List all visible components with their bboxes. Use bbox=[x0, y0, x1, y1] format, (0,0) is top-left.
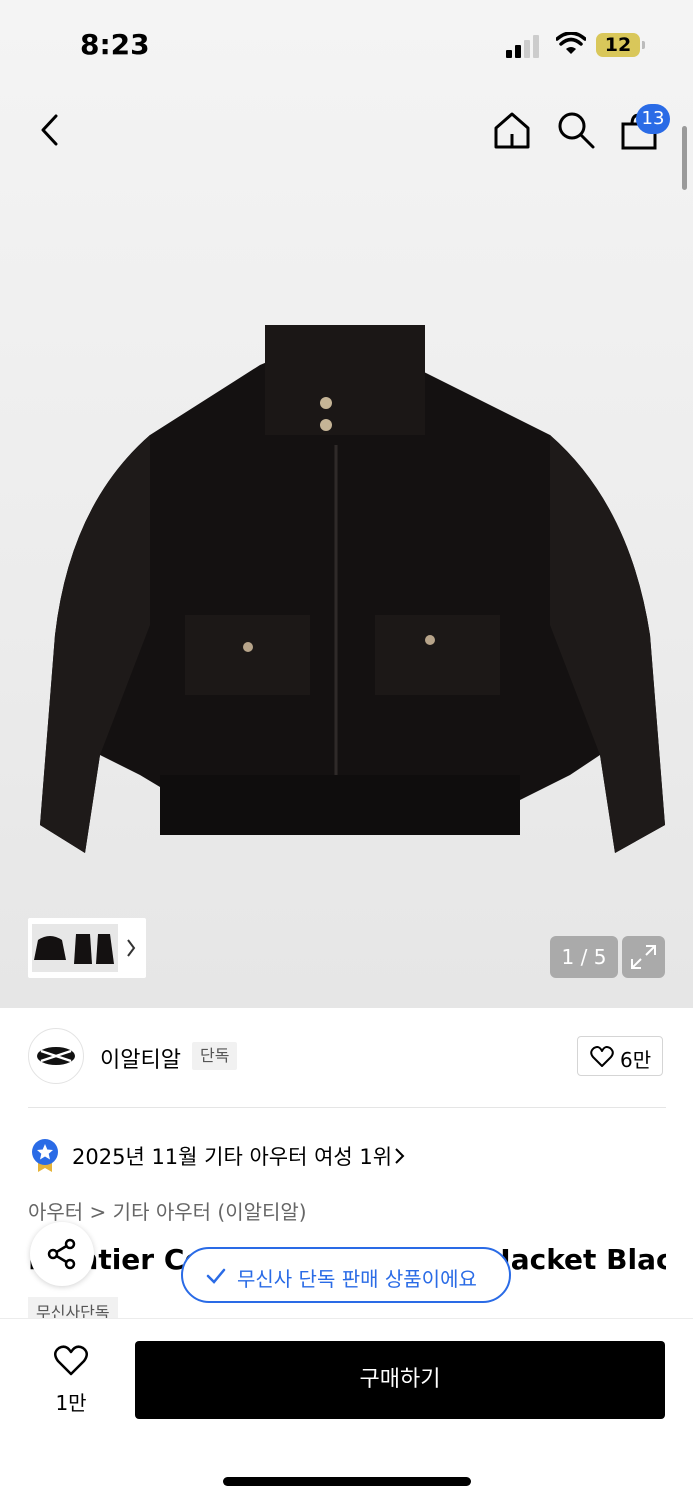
wishlist-button[interactable]: 1만 bbox=[40, 1343, 102, 1415]
divider bbox=[28, 1107, 666, 1108]
brand-logo[interactable] bbox=[28, 1028, 84, 1084]
product-image bbox=[40, 325, 665, 853]
home-indicator[interactable] bbox=[223, 1477, 471, 1486]
ranking-link[interactable]: 2025년 11월 기타 아우터 여성 1위 bbox=[28, 1138, 405, 1172]
cellular-signal-icon bbox=[506, 34, 542, 58]
battery-icon: 12 bbox=[596, 33, 640, 57]
cart-count-badge: 13 bbox=[636, 104, 670, 134]
battery-nub bbox=[642, 41, 645, 49]
ranking-medal-icon bbox=[32, 1139, 58, 1172]
chevron-right-icon bbox=[395, 1148, 405, 1164]
exclusive-toast: 무신사 단독 판매 상품이에요 bbox=[181, 1247, 511, 1303]
status-time: 8:23 bbox=[80, 28, 150, 61]
search-icon[interactable] bbox=[556, 110, 596, 150]
bottom-action-bar: 1만 구매하기 bbox=[0, 1318, 693, 1501]
share-button[interactable] bbox=[30, 1222, 94, 1286]
thumbnail-images bbox=[32, 924, 136, 972]
breadcrumb[interactable]: 아우터 > 기타 아우터 (이알티알) bbox=[28, 1196, 307, 1225]
thumbnail-strip[interactable] bbox=[28, 918, 146, 978]
home-icon[interactable] bbox=[492, 110, 532, 150]
back-icon[interactable] bbox=[36, 112, 66, 148]
toast-text: 무신사 단독 판매 상품이에요 bbox=[237, 1267, 477, 1291]
product-image-area[interactable] bbox=[0, 0, 693, 1008]
exclusive-badge: 단독 bbox=[192, 1042, 238, 1070]
heart-icon bbox=[590, 1046, 614, 1067]
expand-icon bbox=[631, 945, 656, 969]
status-bar: 8:23 12 bbox=[0, 0, 693, 90]
brand-name[interactable]: 이알티알 bbox=[100, 1042, 181, 1074]
check-icon bbox=[206, 1268, 226, 1284]
wishlist-count: 1만 bbox=[55, 1391, 87, 1415]
fullscreen-button[interactable] bbox=[622, 936, 665, 978]
wifi-icon bbox=[556, 32, 586, 54]
brand-like-count: 6만 bbox=[620, 1048, 652, 1072]
brand-logo-mark bbox=[37, 1047, 75, 1065]
scrollbar[interactable] bbox=[682, 126, 687, 190]
brand-like-button[interactable]: 6만 bbox=[577, 1036, 663, 1076]
battery-level: 12 bbox=[604, 34, 632, 56]
image-page-counter: 1 / 5 bbox=[550, 936, 618, 978]
buy-button[interactable]: 구매하기 bbox=[135, 1341, 665, 1419]
heart-icon bbox=[54, 1345, 88, 1376]
ranking-text: 2025년 11월 기타 아우터 여성 1위 bbox=[72, 1145, 393, 1169]
share-icon bbox=[47, 1238, 76, 1270]
brand-row: 이알티알 단독 6만 bbox=[28, 1028, 666, 1086]
